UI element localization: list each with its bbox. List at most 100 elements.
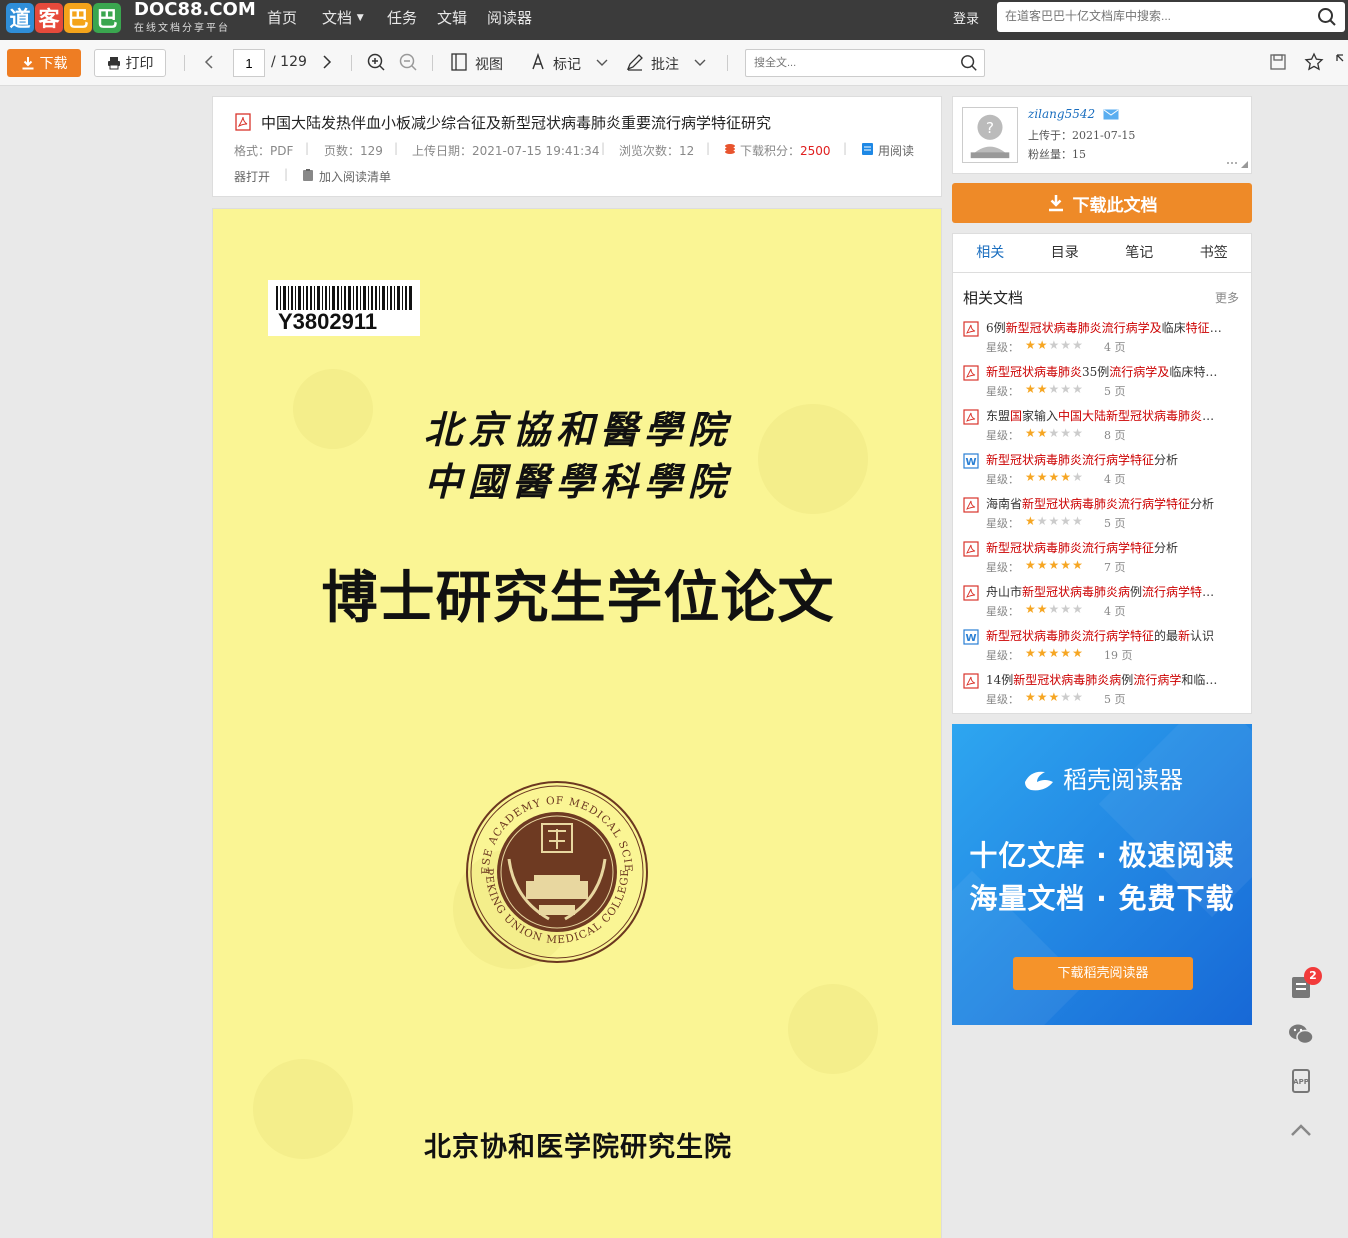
mail-icon[interactable] [1103,109,1119,120]
title-fragment: 舟山市 [986,585,1023,599]
related-doc-title[interactable]: 新型冠状病毒肺炎流行病学特征的最新认识 [986,627,1242,644]
pdf-icon [963,365,979,381]
chevron-down-icon[interactable] [592,52,612,72]
related-doc-item[interactable]: W 新型冠状病毒肺炎流行病学特征分析 星级： ★★★★★ 4 页 [963,451,1245,495]
annotate-menu[interactable]: 批注 [651,54,679,74]
star-filled-icon: ★ [1025,646,1037,660]
zoom-out-icon[interactable] [398,52,418,72]
view-icon[interactable] [449,52,469,72]
nav-tasks[interactable]: 任务 [387,7,417,28]
divider: | [706,141,711,155]
related-doc-title[interactable]: 新型冠状病毒肺炎流行病学特征分析 [986,539,1242,556]
tab-notes[interactable]: 笔记 [1102,234,1177,272]
uploader-name[interactable]: zilang5542 [1028,107,1095,121]
nav-home[interactable]: 首页 [267,7,297,28]
search-icon[interactable] [960,54,978,72]
open-with-reader-link-cont[interactable]: 器打开 [234,168,270,185]
related-doc-item[interactable]: 新型冠状病毒肺炎35例流行病学及临床特… 星级： ★★★★★ 5 页 [963,363,1245,407]
star-rating: ★★★★★ [1025,514,1084,528]
mark-menu[interactable]: 标记 [553,54,581,74]
title-fragment: 临床 [1161,321,1186,335]
site-logo[interactable]: 道 客 巴 巴 [6,3,121,35]
view-menu[interactable]: 视图 [475,54,503,74]
reader-app-ad[interactable]: 稻壳阅读器 十亿文库 · 极速阅读 海量文档 · 免费下载 下载稻壳阅读器 [952,724,1252,1025]
star-filled-icon: ★ [1036,646,1049,660]
related-doc-title[interactable]: 舟山市新型冠状病毒肺炎病例流行病学特… [986,583,1242,600]
nav-documents[interactable]: 文档 ▼ [322,7,364,28]
title-fragment: 特征 [1185,321,1210,335]
star-outline-icon[interactable] [1304,52,1324,72]
chevron-down-icon[interactable] [690,52,710,72]
related-doc-title[interactable]: 14例新型冠状病毒肺炎病例流行病学和临… [986,671,1242,688]
more-link[interactable]: 更多 [1215,289,1239,306]
star-filled-icon: ★ [1048,690,1061,704]
divider: | [394,141,399,155]
star-rating: ★★★★★ [1025,602,1084,616]
app-download-icon[interactable]: APP [1288,1068,1314,1094]
related-doc-item[interactable]: 海南省新型冠状病毒肺炎流行病学特征分析 星级： ★★★★★ 5 页 [963,495,1245,539]
page-number-input[interactable] [233,49,265,77]
page-count: 5 页 [1104,517,1126,530]
star-rating: ★★★★★ [1025,690,1084,704]
nav-reader[interactable]: 阅读器 [487,7,532,28]
related-doc-item[interactable]: 14例新型冠状病毒肺炎病例流行病学和临… 星级： ★★★★★ 5 页 [963,671,1245,715]
more-dots-icon[interactable] [1225,157,1249,169]
page-count: 8 页 [1104,429,1126,442]
title-fragment: 流行病学及 [1109,365,1170,379]
prev-page-icon[interactable] [199,52,219,72]
search-icon[interactable] [1317,7,1337,27]
related-doc-title[interactable]: 东盟国家输入中国大陆新型冠状病毒肺炎… [986,407,1242,424]
zoom-in-icon[interactable] [366,52,386,72]
tab-bookmarks[interactable]: 书签 [1177,234,1252,272]
download-button[interactable]: 下载 [7,49,81,77]
upload-date: 上传于：2021-07-15 [1028,129,1136,142]
print-button[interactable]: 打印 [94,49,166,77]
pen-icon[interactable] [625,52,645,72]
login-link[interactable]: 登录 [953,8,979,27]
expand-icon[interactable] [1334,52,1348,72]
star-empty-icon: ★ [1072,338,1084,352]
title-fragment: 和临… [1181,673,1218,687]
site-search-input[interactable] [1005,2,1305,30]
related-doc-item[interactable]: 6例新型冠状病毒肺炎流行病学及临床特征… 星级： ★★★★★ 4 页 [963,319,1245,363]
next-page-icon[interactable] [317,52,337,72]
download-points-info: 下载积分：2500 [740,142,831,159]
wechat-icon[interactable] [1288,1021,1314,1047]
coins-icon [725,144,735,154]
related-doc-title[interactable]: 新型冠状病毒肺炎流行病学特征分析 [986,451,1242,468]
ad-download-button[interactable]: 下载稻壳阅读器 [1013,957,1193,990]
tab-related[interactable]: 相关 [953,234,1028,272]
barcode-number: Y3802911 [278,309,378,334]
related-doc-title[interactable]: 6例新型冠状病毒肺炎流行病学及临床特征… [986,319,1242,336]
related-doc-item[interactable]: 新型冠状病毒肺炎流行病学特征分析 星级： ★★★★★ 7 页 [963,539,1245,583]
related-doc-title[interactable]: 新型冠状病毒肺炎35例流行病学及临床特… [986,363,1242,380]
download-document-button[interactable]: 下载此文档 [952,183,1252,223]
back-to-top-icon[interactable] [1288,1117,1314,1143]
title-fragment: … [1202,409,1215,423]
fulltext-search-input[interactable] [754,50,954,76]
star-filled-icon: ★ [1036,382,1049,396]
divider [351,55,352,71]
related-doc-item[interactable]: 东盟国家输入中国大陆新型冠状病毒肺炎… 星级： ★★★★★ 8 页 [963,407,1245,451]
page-total: / 129 [271,54,307,70]
related-doc-item[interactable]: W 新型冠状病毒肺炎流行病学特征的最新认识 星级： ★★★★★ 19 页 [963,627,1245,671]
printer-icon [107,57,120,70]
related-doc-item[interactable]: 舟山市新型冠状病毒肺炎病例流行病学特… 星级： ★★★★★ 4 页 [963,583,1245,627]
upload-date-info: 上传日期：2021-07-15 19:41:34 [412,144,600,158]
star-filled-icon: ★ [1036,426,1049,440]
star-label: 星级： [986,429,1019,442]
add-to-reading-list[interactable]: 加入阅读清单 [319,168,391,185]
tab-contents[interactable]: 目录 [1028,234,1103,272]
clipboard-icon [303,169,313,181]
uploader-card: ? zilang5542 上传于：2021-07-15 粉丝量：15 [952,96,1252,174]
star-empty-icon: ★ [1060,514,1073,528]
avatar[interactable]: ? [962,107,1018,163]
download-icon [22,57,33,70]
highlighter-icon[interactable] [528,52,548,72]
svg-text:W: W [965,457,976,468]
related-doc-title[interactable]: 海南省新型冠状病毒肺炎流行病学特征分析 [986,495,1242,512]
save-icon[interactable] [1268,52,1288,72]
open-with-reader-link[interactable]: 用阅读 [878,142,914,159]
nav-collections[interactable]: 文辑 [437,7,467,28]
star-empty-icon: ★ [1072,382,1084,396]
